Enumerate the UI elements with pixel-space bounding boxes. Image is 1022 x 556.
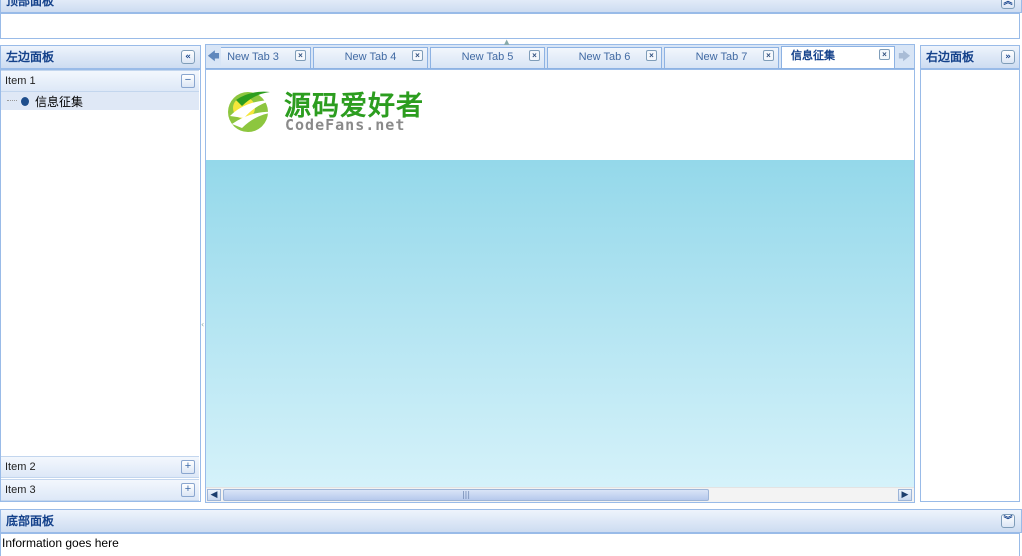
bottom-panel-header: 底部面板	[0, 509, 1022, 533]
top-panel-title: 顶部面板	[6, 0, 55, 8]
bottom-panel-title: 底部面板	[6, 514, 55, 528]
scroll-right-arrow-icon[interactable]: ▶	[898, 489, 912, 501]
splitter-grip-icon: ‹	[201, 320, 205, 329]
collapse-minus-icon[interactable]: −	[181, 74, 195, 88]
center-panel-body: 源码爱好者 CodeFans.net ◀ ||| ▶	[205, 69, 915, 503]
left-panel-body	[0, 69, 201, 502]
accordion-item-1-label: Item 1	[5, 75, 36, 87]
left-panel-collapse-button[interactable]: «	[181, 50, 195, 64]
expand-plus-icon[interactable]: +	[181, 460, 195, 474]
bottom-panel-body: Information goes here	[0, 533, 1020, 556]
tab-scroll-right-button[interactable]: 🡆	[897, 46, 912, 67]
tree-node-info[interactable]: 信息征集	[1, 92, 199, 110]
tab-new-tab-6[interactable]: New Tab 6 ×	[547, 47, 662, 68]
right-panel-title: 右边面板	[926, 50, 975, 64]
left-panel-title: 左边面板	[6, 50, 55, 64]
bottom-panel-collapse-button[interactable]: ︾	[1001, 514, 1015, 528]
tab-label: 信息征集	[791, 50, 835, 62]
accordion-item-3-label: Item 3	[5, 484, 36, 496]
tab-list: New Tab 3 × New Tab 4 × New Tab 5 × New …	[221, 0, 895, 70]
tab-label: New Tab 4	[344, 51, 397, 63]
content-gradient-area	[206, 160, 914, 487]
tree-leaf-icon	[21, 97, 29, 106]
scrollbar-thumb[interactable]: |||	[223, 489, 709, 501]
tab-new-tab-3[interactable]: New Tab 3 ×	[221, 47, 311, 68]
chevron-up-double-icon: ︽	[1003, 0, 1013, 7]
close-icon[interactable]: ×	[295, 50, 306, 61]
tab-label: New Tab 5	[461, 51, 514, 63]
arrow-right-icon: 🡆	[898, 49, 911, 63]
tab-scroll-left-button[interactable]: 🡄	[206, 46, 221, 67]
left-panel-header: 左边面板	[0, 45, 201, 69]
bottom-info-text: Information goes here	[2, 536, 119, 550]
tab-label: New Tab 7	[695, 51, 748, 63]
accordion-item-2-label: Item 2	[5, 461, 36, 473]
close-icon[interactable]: ×	[529, 50, 540, 61]
tree-line-icon	[7, 100, 17, 101]
tab-info-collection[interactable]: 信息征集 ×	[781, 46, 895, 68]
horizontal-scrollbar[interactable]: ◀ ||| ▶	[206, 487, 914, 502]
tab-label: New Tab 6	[578, 51, 631, 63]
logo-area: 源码爱好者 CodeFans.net	[206, 70, 914, 160]
tab-new-tab-5[interactable]: New Tab 5 ×	[430, 47, 545, 68]
close-icon[interactable]: ×	[412, 50, 423, 61]
accordion-item-1[interactable]: Item 1 −	[1, 70, 199, 92]
right-panel-body	[920, 69, 1020, 502]
chevron-down-double-icon: ︾	[1003, 516, 1013, 526]
logo-en-text: CodeFans.net	[285, 116, 406, 134]
arrow-left-icon: 🡄	[207, 49, 220, 63]
right-panel-collapse-button[interactable]: »	[1001, 50, 1015, 64]
tab-new-tab-4[interactable]: New Tab 4 ×	[313, 47, 428, 68]
close-icon[interactable]: ×	[763, 50, 774, 61]
top-panel-collapse-button[interactable]: ︽	[1001, 0, 1015, 9]
accordion-item-2[interactable]: Item 2 +	[1, 456, 199, 478]
tab-new-tab-7[interactable]: New Tab 7 ×	[664, 47, 779, 68]
close-icon[interactable]: ×	[879, 49, 890, 60]
scroll-left-arrow-icon[interactable]: ◀	[207, 489, 221, 501]
north-splitter-grip-icon[interactable]: ▲	[504, 38, 509, 46]
close-icon[interactable]: ×	[646, 50, 657, 61]
codefans-logo-icon	[228, 91, 276, 132]
chevron-right-double-icon: »	[1005, 52, 1011, 62]
chevron-left-double-icon: «	[185, 52, 191, 62]
expand-plus-icon[interactable]: +	[181, 483, 195, 497]
tree-node-label: 信息征集	[35, 95, 84, 109]
accordion-item-3[interactable]: Item 3 +	[1, 479, 199, 501]
tab-label: New Tab 3	[227, 51, 279, 63]
